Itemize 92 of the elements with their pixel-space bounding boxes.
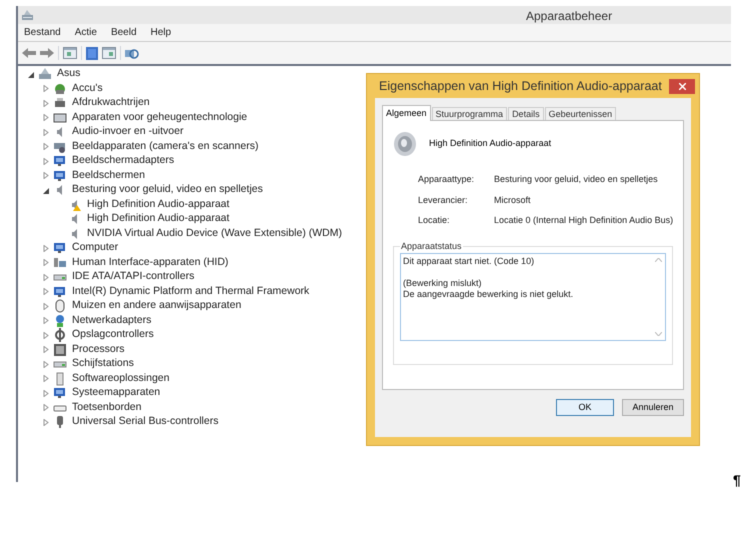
tree-item[interactable]: Systeemapparaten [72, 385, 160, 402]
tree-item[interactable]: Audio-invoer en -uitvoer [72, 124, 184, 140]
mouse-icon [53, 299, 67, 314]
tree-item[interactable]: High Definition Audio-apparaat [87, 196, 230, 213]
monitor-icon [53, 241, 67, 256]
expand-icon[interactable] [43, 128, 49, 136]
tree-item[interactable]: Toetsenborden [72, 400, 142, 416]
menu-item[interactable]: Bestand [24, 25, 61, 40]
dialog-button[interactable]: Annuleren [622, 399, 684, 416]
tree-item[interactable]: Accu's [72, 80, 103, 97]
chip-icon [53, 342, 67, 357]
device-name: High Definition Audio-apparaat [429, 137, 552, 150]
paragraph-mark: ¶ [733, 471, 741, 490]
property-value: Microsoft [494, 194, 531, 206]
menu-item[interactable]: Beeld [110, 25, 137, 40]
expand-icon[interactable] [43, 244, 49, 252]
close-icon [678, 82, 686, 90]
expand-icon[interactable] [43, 360, 49, 368]
expand-icon[interactable] [43, 114, 49, 122]
monitor-icon [53, 386, 67, 400]
forward-icon[interactable] [40, 48, 54, 58]
device-icon [53, 256, 67, 270]
collapse-icon[interactable] [43, 186, 49, 194]
property-label: Locatie: [418, 214, 451, 227]
tree-item[interactable]: Beeldschermadapters [72, 153, 174, 170]
panel-icon[interactable] [63, 47, 77, 59]
tree-item[interactable]: Asus [57, 66, 80, 82]
speaker-icon [393, 131, 417, 157]
expand-icon[interactable] [43, 302, 49, 310]
tree-item[interactable]: Besturing voor geluid, video en spelletjes [72, 182, 263, 198]
scroll-up-icon[interactable] [654, 258, 662, 262]
tab[interactable]: Details [508, 107, 544, 120]
window-title: Apparaatbeheer [526, 8, 612, 25]
monitor-icon [53, 168, 67, 183]
menu-item[interactable]: Actie [74, 25, 97, 40]
dialog-title: Eigenschappen van High Definition Audio-apparaat [379, 78, 662, 95]
back-icon[interactable] [22, 48, 36, 58]
expand-icon[interactable] [43, 143, 49, 150]
tab[interactable]: Stuurprogramma [432, 107, 508, 120]
group-label: Apparaatstatus [400, 240, 463, 253]
expand-icon[interactable] [43, 346, 49, 354]
expand-icon[interactable] [43, 288, 49, 296]
tree-item[interactable]: IDE ATA/ATAPI-controllers [72, 269, 194, 286]
collapse-icon[interactable] [28, 70, 34, 78]
memory-icon [53, 110, 67, 125]
tree-item[interactable]: Softwareoplossingen [72, 370, 170, 387]
tree-item[interactable]: Beeldschermen [72, 168, 145, 184]
tree-item[interactable]: Universal Serial Bus-controllers [72, 414, 218, 430]
tree-item[interactable]: Netwerkadapters [72, 312, 152, 329]
property-value: Besturing voor geluid, video en spelletjes [494, 173, 658, 186]
app-icon [21, 9, 34, 21]
tree-item[interactable]: NVIDIA Virtual Audio Device (Wave Extensible) (WDM) [87, 226, 342, 242]
menu-item[interactable]: Help [150, 25, 172, 40]
tree-item[interactable]: Computer [72, 240, 118, 256]
expand-icon[interactable] [43, 390, 49, 397]
tree-item[interactable]: Intel(R) Dynamic Platform and Thermal Framework [72, 284, 310, 300]
expand-icon[interactable] [43, 418, 49, 426]
expand-icon[interactable] [43, 404, 49, 412]
tree-item[interactable]: Afdrukwachtrijen [72, 95, 150, 112]
tab[interactable]: Gebeurtenissen [544, 107, 616, 120]
expand-icon[interactable] [43, 274, 49, 281]
expand-icon[interactable] [43, 375, 49, 382]
tab[interactable]: Algemeen [382, 105, 431, 121]
expand-icon[interactable] [43, 317, 49, 324]
expand-icon[interactable] [43, 332, 49, 339]
expand-icon[interactable] [43, 100, 49, 107]
monitor-icon [53, 154, 67, 168]
scroll-down-icon[interactable] [654, 332, 662, 336]
tree-item[interactable]: Processors [72, 342, 125, 358]
dialog-button[interactable]: OK [556, 399, 614, 416]
network-icon [53, 314, 67, 328]
close-button[interactable] [669, 78, 695, 94]
storage-icon [53, 328, 67, 342]
tree-item[interactable]: Opslagcontrollers [72, 327, 154, 344]
expand-icon[interactable] [43, 172, 49, 180]
panel-icon[interactable] [102, 47, 116, 59]
property-label: Leverancier: [418, 194, 469, 206]
expand-icon[interactable] [43, 85, 49, 92]
scan-icon[interactable] [125, 46, 139, 60]
property-value: Locatie 0 (Internal High Definition Audio Bus) [494, 214, 674, 227]
computer-icon [38, 67, 52, 82]
tree-item[interactable]: Apparaten voor geheugentechnologie [72, 110, 248, 126]
expand-icon[interactable] [43, 259, 49, 266]
tree-item[interactable]: Human Interface-apparaten (HID) [72, 254, 228, 271]
tree-item[interactable]: Muizen en andere aanwijsapparaten [72, 298, 242, 314]
status-text-field[interactable]: Dit apparaat start niet. (Code 10) (Bewerking mislukt) De aangevraagde bewerking is niet gelukt. [400, 253, 666, 341]
property-label: Apparaattype: [418, 173, 476, 186]
tree-item[interactable]: High Definition Audio-apparaat [87, 211, 230, 228]
monitor-icon [53, 284, 67, 299]
tree-item[interactable]: Beeldapparaten (camera's en scanners) [72, 138, 258, 155]
tree-item[interactable]: Schijfstations [72, 356, 134, 372]
expand-icon[interactable] [43, 158, 49, 165]
